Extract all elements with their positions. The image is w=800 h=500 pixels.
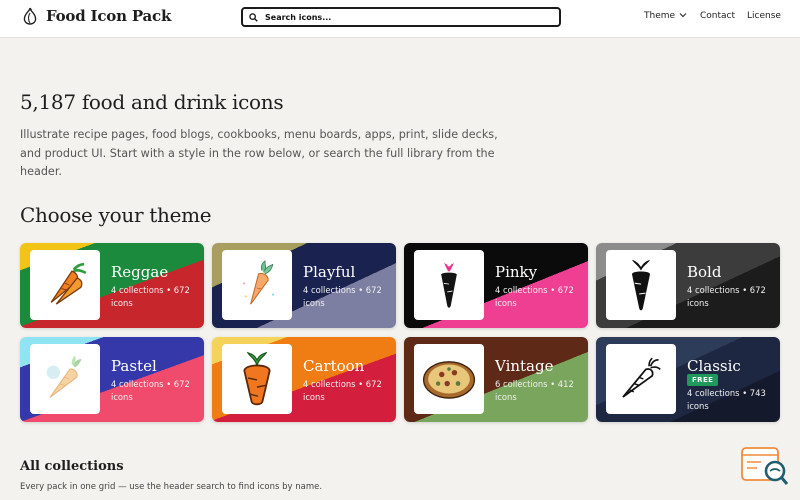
- carrot-bold-icon: [606, 250, 676, 320]
- theme-meta: 4 collections • 672 icons: [111, 285, 190, 308]
- theme-meta: 4 collections • 672 icons: [495, 285, 574, 308]
- theme-name: Reggae: [111, 263, 169, 281]
- theme-name: Vintage: [495, 357, 554, 375]
- page-description: Illustrate recipe pages, food blogs, coo…: [20, 128, 498, 178]
- nav-license-link[interactable]: License: [747, 11, 781, 21]
- carrot-outline-icon: [606, 344, 676, 414]
- carrot-pastel-icon: [30, 344, 100, 414]
- theme-card-reggae[interactable]: Reggae 4 collections • 672 icons: [20, 243, 204, 328]
- carrot-playful-icon: [222, 250, 292, 320]
- theme-card-classic[interactable]: Classic FREE 4 collections • 743 icons: [596, 337, 780, 422]
- brand-name: Food Icon Pack: [46, 7, 172, 25]
- site-header: Food Icon Pack Theme Contact License: [0, 0, 800, 38]
- theme-card-pinky[interactable]: Pinky 4 collections • 672 icons: [404, 243, 588, 328]
- search-box[interactable]: [241, 7, 561, 27]
- theme-name: Classic: [687, 357, 741, 375]
- theme-meta: 4 collections • 672 icons: [303, 379, 382, 402]
- free-badge: FREE: [687, 374, 719, 386]
- theme-card-playful[interactable]: Playful 4 collections • 672 icons: [212, 243, 396, 328]
- search-icon: [249, 12, 258, 22]
- theme-meta: 6 collections • 412 icons: [495, 379, 574, 402]
- theme-name: Pastel: [111, 357, 157, 375]
- search-help-widget-icon[interactable]: [741, 447, 789, 489]
- theme-meta: 4 collections • 743 icons: [687, 388, 766, 411]
- theme-name: Bold: [687, 263, 722, 281]
- brand-link[interactable]: Food Icon Pack: [22, 7, 171, 25]
- carrot-cartoon-icon: [222, 344, 292, 414]
- theme-card-bold[interactable]: Bold 4 collections • 672 icons: [596, 243, 780, 328]
- chevron-down-icon: [679, 11, 687, 21]
- theme-card-vintage[interactable]: Vintage 6 collections • 412 icons: [404, 337, 588, 422]
- nav-theme-dropdown[interactable]: Theme: [644, 11, 687, 21]
- theme-meta: 4 collections • 672 icons: [687, 285, 766, 308]
- carrot-reggae-icon: [30, 250, 100, 320]
- theme-name: Playful: [303, 263, 356, 281]
- page-title: 5,187 food and drink icons: [20, 90, 284, 114]
- nav-contact-link[interactable]: Contact: [700, 11, 735, 21]
- carrot-pinky-icon: [414, 250, 484, 320]
- collections-subtitle: Every pack in one grid — use the header …: [20, 482, 323, 492]
- theme-name: Cartoon: [303, 357, 365, 375]
- theme-meta: 4 collections • 672 icons: [303, 285, 382, 308]
- theme-name: Pinky: [495, 263, 538, 281]
- collections-heading: All collections: [20, 459, 124, 474]
- theme-card-pastel[interactable]: Pastel 4 collections • 672 icons: [20, 337, 204, 422]
- search-input[interactable]: [265, 12, 545, 22]
- theme-card-cartoon[interactable]: Cartoon 4 collections • 672 icons: [212, 337, 396, 422]
- themes-heading: Choose your theme: [20, 203, 212, 227]
- nav-theme-label: Theme: [644, 11, 676, 21]
- onion-logo-icon: [22, 7, 38, 25]
- pizza-vintage-icon: [414, 344, 484, 414]
- theme-meta: 4 collections • 672 icons: [111, 379, 190, 402]
